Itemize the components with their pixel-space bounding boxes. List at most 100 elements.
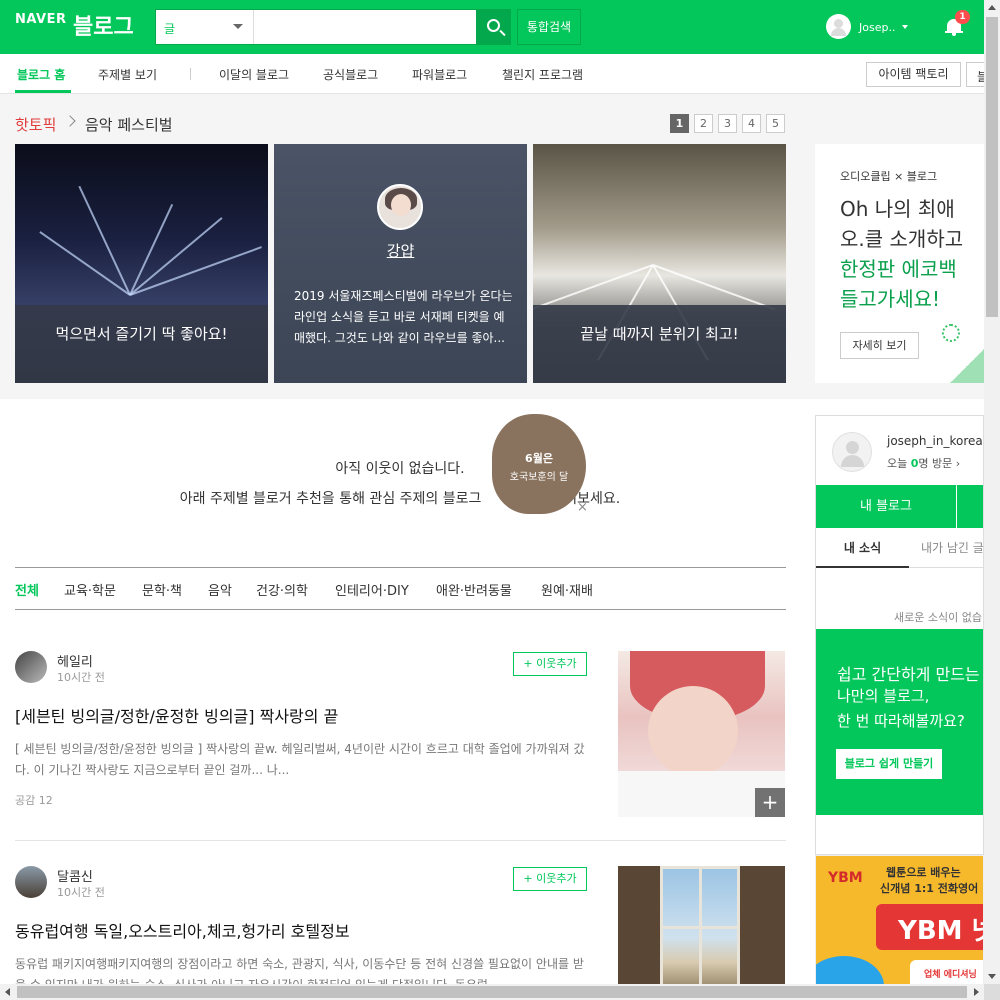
add-neighbor-button[interactable]: + 이웃추가 (513, 652, 587, 676)
tab-my-comments[interactable]: 내가 남긴 글 (909, 528, 983, 568)
chevron-right-icon (64, 115, 76, 127)
hot-topic-card-1[interactable]: 먹으면서 즐기기 딱 좋아요! (15, 144, 268, 383)
main-nav: 블로그 홈 주제별 보기 이달의 블로그 공식블로그 파워블로그 챌린지 프로그… (0, 54, 996, 94)
my-blog-button[interactable]: 내 블로그 (816, 485, 956, 528)
search-type-label: 글 (164, 22, 176, 36)
user-name[interactable]: Josep.. (859, 21, 895, 34)
profile-avatar[interactable] (832, 432, 872, 472)
no-news-message: 새로운 소식이 없습니다 (894, 611, 983, 624)
blog-promo-banner: 쉽고 간단하게 만드는 나만의 블로그, 한 번 따라해볼까요? 블로그 쉽게 … (816, 629, 983, 815)
category-pets[interactable]: 애완·반려동물 (436, 580, 512, 599)
profile-panel: joseph_in_korea 오늘 0명 방문 › 내 블로그 내 소식 내가… (815, 415, 984, 855)
card-caption: 먹으면서 즐기기 딱 좋아요! (15, 305, 268, 383)
category-gardening[interactable]: 원예·재배 (541, 580, 593, 599)
scroll-corner (984, 984, 1000, 1000)
blog-logo[interactable]: 블로그 (73, 9, 134, 41)
page-button-4[interactable]: 4 (742, 114, 761, 133)
ybm-headline: YBM 넷 (876, 904, 983, 950)
hot-topic-label[interactable]: 핫토픽 (15, 114, 56, 135)
neighbor-recommend-message: 아래 주제별 블로거 추천을 통해 관심 주제의 블로그 들어보세요. (179, 491, 621, 507)
post-time: 10시간 전 (57, 671, 105, 684)
scroll-thumb[interactable] (17, 986, 967, 998)
ad-more-button[interactable]: 자세히 보기 (840, 332, 919, 359)
category-interior[interactable]: 인테리어·DIY (335, 580, 409, 599)
add-neighbor-button[interactable]: + 이웃추가 (513, 867, 587, 891)
scroll-thumb[interactable] (986, 17, 998, 317)
ybm-logo: YBM (828, 870, 863, 886)
category-all[interactable]: 전체 (15, 580, 39, 599)
profile-name[interactable]: joseph_in_korea (887, 434, 983, 448)
hot-topic-section: 핫토픽 음악 페스티벌 1 2 3 4 5 먹으면서 즐기기 딱 좋아요! 강얍… (0, 94, 984, 399)
category-divider (15, 567, 786, 568)
page-button-1[interactable]: 1 (670, 114, 689, 133)
search-type-select[interactable]: 글 (156, 10, 254, 44)
post-divider (15, 840, 786, 841)
page-button-3[interactable]: 3 (718, 114, 737, 133)
close-icon[interactable]: × (577, 500, 588, 515)
audioclip-ad[interactable]: 오디오클립 × 블로그 Oh 나의 최애 오.클 소개하고 한정판 에코백 들고… (815, 144, 984, 383)
post-time: 10시간 전 (57, 886, 105, 899)
author-name[interactable]: 헤일리 (57, 651, 93, 670)
hot-topic-card-3[interactable]: 끝날 때까지 분위기 최고! (533, 144, 786, 383)
integrated-search-button[interactable]: 통합검색 (517, 9, 581, 45)
post-excerpt[interactable]: [ 세븐틴 빙의글/정한/윤정한 빙의글 ] 짝사랑의 끝w. 헤일리벌써, 4… (15, 739, 590, 781)
chevron-down-icon (233, 24, 243, 29)
scroll-left-icon[interactable] (5, 988, 10, 996)
scroll-right-icon[interactable] (974, 988, 979, 996)
plus-icon[interactable]: + (755, 788, 785, 817)
hot-topic-title[interactable]: 음악 페스티벌 (85, 114, 173, 135)
nav-monthly-blog[interactable]: 이달의 블로그 (219, 66, 289, 83)
page-button-5[interactable]: 5 (766, 114, 785, 133)
create-blog-button[interactable]: 블로그 쉽게 만들기 (836, 749, 942, 779)
post-title[interactable]: [세븐틴 빙의글/정한/윤정한 빙의글] 짝사랑의 끝 (15, 703, 338, 727)
ybm-cta[interactable]: 업체 에디셔닝 (910, 960, 983, 984)
blogger-avatar (377, 184, 423, 230)
item-factory-button[interactable]: 아이템 팩토리 (866, 62, 961, 87)
nav-divider (190, 68, 191, 80)
scroll-down-icon[interactable] (988, 974, 996, 979)
write-button[interactable] (957, 485, 983, 528)
blogger-name[interactable]: 강얍 (274, 240, 527, 261)
category-literature[interactable]: 문학·책 (142, 580, 182, 599)
category-music[interactable]: 음악 (208, 580, 232, 599)
scroll-up-icon[interactable] (988, 5, 996, 10)
page-button-2[interactable]: 2 (694, 114, 713, 133)
author-avatar[interactable] (15, 866, 47, 898)
nav-topic-view[interactable]: 주제별 보기 (98, 66, 157, 83)
nav-challenge-program[interactable]: 챌린지 프로그램 (502, 66, 583, 83)
horizontal-scrollbar[interactable] (0, 984, 984, 1000)
no-neighbor-message: 아직 이웃이 없습니다. (335, 461, 465, 477)
category-health[interactable]: 건강·의학 (256, 580, 308, 599)
decor-triangle (950, 349, 984, 383)
category-divider (15, 609, 786, 610)
author-name[interactable]: 달콤신 (57, 866, 93, 885)
nav-power-blog[interactable]: 파워블로그 (412, 66, 467, 83)
nav-active-underline (15, 90, 71, 93)
naver-logo[interactable]: NAVER (15, 12, 67, 27)
floating-campaign-badge[interactable]: 6월은 호국보훈의 달 (492, 414, 586, 514)
user-avatar[interactable] (826, 14, 851, 39)
post-thumbnail[interactable] (618, 866, 785, 1000)
post-title[interactable]: 동유럽여행 독일,오스트리아,체코,헝가리 호텔정보 (15, 918, 350, 942)
tab-my-news[interactable]: 내 소식 (816, 528, 909, 568)
decor-circle (942, 324, 960, 342)
nav-blog-home[interactable]: 블로그 홈 (17, 66, 65, 83)
ad-headline: Oh 나의 최애 오.클 소개하고 (840, 197, 964, 251)
search-button[interactable] (477, 9, 511, 45)
post-thumbnail[interactable]: + (618, 651, 785, 817)
ad-highlight: 한정판 에코백 들고가세요! (840, 257, 957, 311)
top-bar: NAVER 블로그 글 통합검색 Josep.. 1 (0, 0, 984, 54)
like-count: 공감 12 (15, 794, 53, 807)
ybm-ad-banner[interactable]: YBM 웹툰으로 배우는 신개념 1:1 전화영어 YBM 넷 업체 에디셔닝 (815, 855, 984, 985)
hot-topic-card-2[interactable]: 강얍 2019 서울재즈페스티벌에 라우브가 온다는 라인업 소식을 듣고 바로… (274, 144, 527, 383)
today-visits[interactable]: 오늘 0명 방문 › (887, 455, 960, 471)
vertical-scrollbar[interactable] (984, 0, 1000, 1000)
search-input[interactable] (255, 10, 475, 44)
card-caption: 끝날 때까지 분위기 최고! (533, 305, 786, 383)
user-menu-caret-icon[interactable] (902, 25, 908, 29)
nav-official-blog[interactable]: 공식블로그 (323, 66, 378, 83)
category-education[interactable]: 교육·학문 (64, 580, 116, 599)
search-icon (487, 19, 500, 32)
author-avatar[interactable] (15, 651, 47, 683)
notification-badge: 1 (955, 10, 970, 24)
